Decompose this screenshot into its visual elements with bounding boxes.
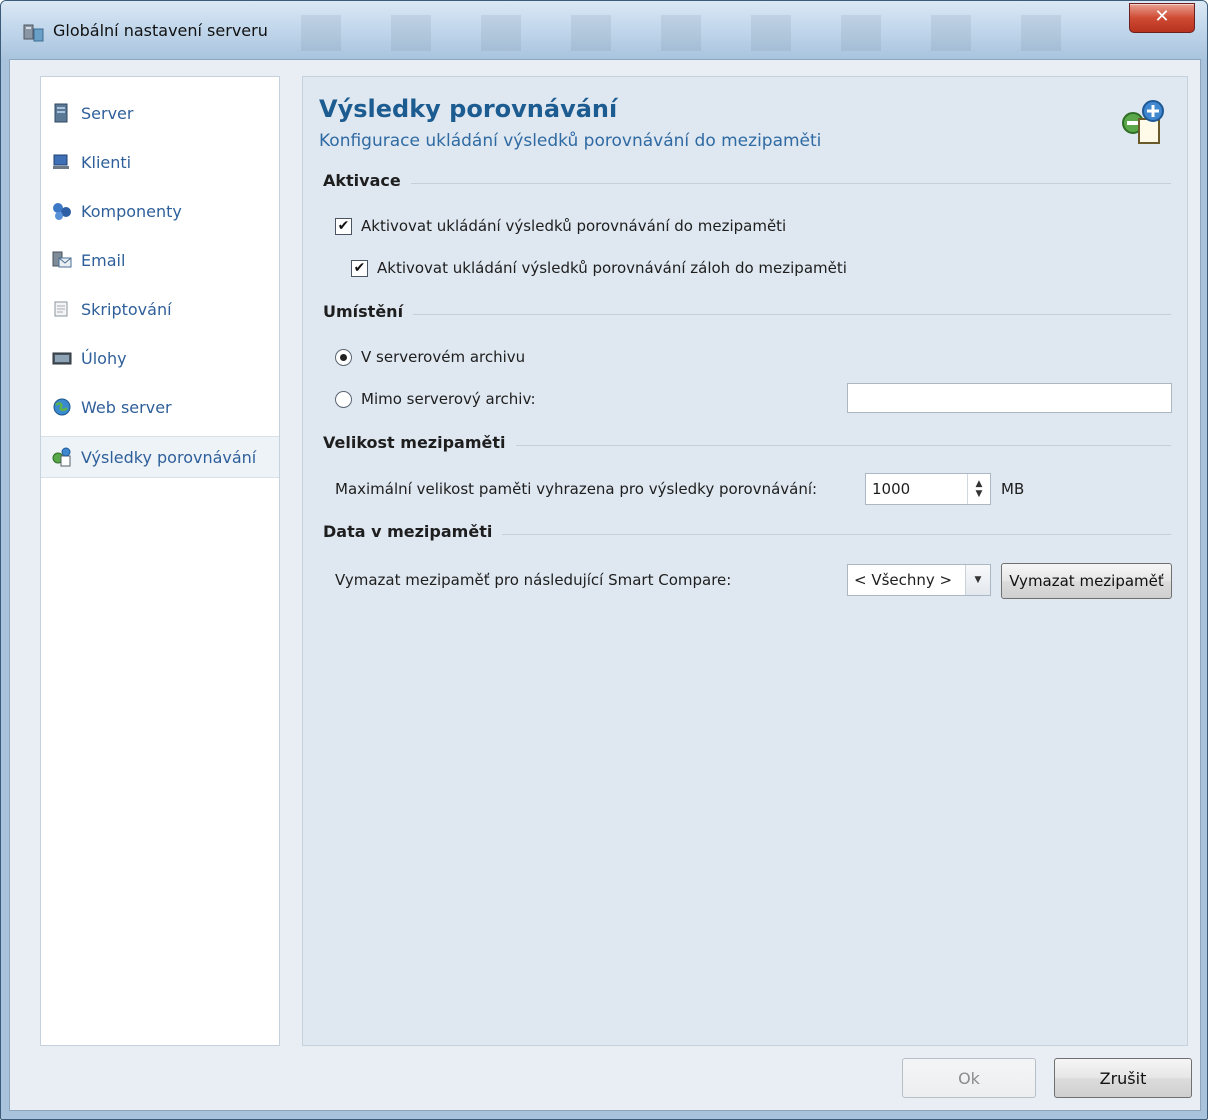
enable-backup-cache-option[interactable]: ✔ Aktivovat ukládání výsledků porovnáván… [351, 259, 847, 277]
location-server-radio[interactable] [335, 348, 352, 366]
max-cache-size-label: Maximální velikost paměti vyhrazena pro … [335, 480, 818, 498]
settings-window: Globální nastavení serveru ✕ Server Klie… [0, 0, 1208, 1120]
sidebar-item-label: Skriptování [81, 299, 172, 319]
sidebar-item-label: Email [81, 250, 126, 270]
script-icon [54, 301, 68, 317]
sidebar-nav: Server Klienti Komponenty Email Skriptov… [40, 76, 280, 1046]
enable-backup-cache-checkbox[interactable]: ✔ [351, 259, 368, 277]
enable-cache-label: Aktivovat ukládání výsledků porovnávání … [361, 217, 787, 235]
section-heading: Aktivace [323, 171, 411, 190]
window-title: Globální nastavení serveru [53, 21, 268, 40]
sidebar-item-label: Výsledky porovnávání [81, 447, 257, 467]
enable-backup-cache-label: Aktivovat ukládání výsledků porovnávání … [377, 259, 847, 277]
page-subtitle: Konfigurace ukládání výsledků porovnáván… [319, 131, 822, 151]
check-icon: ✔ [337, 218, 350, 234]
clear-cache-row: Vymazat mezipaměť pro následující Smart … [335, 571, 731, 589]
compare-results-icon [52, 447, 71, 467]
sidebar-item-clients[interactable]: Klienti [41, 142, 279, 182]
check-icon: ✔ [353, 260, 366, 276]
clients-icon [53, 154, 69, 169]
smart-compare-selected: < Všechny > [854, 571, 953, 589]
page-title: Výsledky porovnávání [319, 95, 618, 123]
title-bar-decoration [301, 15, 1061, 51]
sidebar-item-components[interactable]: Komponenty [41, 191, 279, 231]
email-icon [52, 251, 72, 268]
close-button[interactable]: ✕ [1129, 3, 1195, 33]
sidebar-item-tasks[interactable]: Úlohy [41, 338, 279, 378]
clear-cache-label: Vymazat mezipaměť pro následující Smart … [335, 571, 732, 589]
location-outside-option[interactable]: Mimo serverový archiv: [335, 390, 536, 408]
sidebar-item-web-server[interactable]: Web server [41, 387, 279, 427]
sidebar-item-label: Úlohy [81, 348, 127, 368]
sidebar-item-label: Server [81, 103, 134, 123]
section-heading: Data v mezipaměti [323, 522, 503, 541]
sidebar-item-scripting[interactable]: Skriptování [41, 289, 279, 329]
stepper-up-icon[interactable]: ▲ [976, 479, 983, 489]
cancel-button[interactable]: Zrušit [1054, 1058, 1192, 1098]
server-icon [54, 103, 68, 123]
components-icon [53, 203, 71, 220]
dialog-client-area: Server Klienti Komponenty Email Skriptov… [9, 59, 1201, 1111]
tasks-icon [52, 352, 72, 365]
section-activation: Aktivace [323, 171, 1171, 195]
section-cache-size: Velikost mezipaměti [323, 433, 1171, 457]
title-bar[interactable]: Globální nastavení serveru ✕ [1, 1, 1207, 59]
enable-cache-checkbox[interactable]: ✔ [335, 217, 352, 235]
sidebar-item-label: Web server [81, 397, 172, 417]
location-outside-label: Mimo serverový archiv: [361, 390, 536, 408]
sidebar-item-label: Klienti [81, 152, 132, 172]
web-server-icon [53, 398, 71, 416]
cache-size-unit: MB [1001, 480, 1025, 498]
max-cache-size-value[interactable]: 1000 [866, 480, 967, 498]
section-divider [323, 183, 1171, 184]
sidebar-item-compare-results[interactable]: Výsledky porovnávání [41, 436, 279, 478]
stepper-down-icon[interactable]: ▼ [976, 489, 983, 499]
section-heading: Velikost mezipaměti [323, 433, 516, 452]
stepper-arrows[interactable]: ▲ ▼ [967, 474, 990, 504]
section-location: Umístění [323, 302, 1171, 326]
chevron-down-icon[interactable]: ▼ [965, 565, 990, 595]
max-cache-size-row: Maximální velikost paměti vyhrazena pro … [335, 480, 817, 498]
section-divider [323, 314, 1171, 315]
enable-cache-option[interactable]: ✔ Aktivovat ukládání výsledků porovnáván… [335, 217, 786, 235]
ok-button[interactable]: Ok [902, 1058, 1036, 1098]
clear-cache-button[interactable]: Vymazat mezipaměť [1001, 563, 1172, 599]
location-outside-radio[interactable] [335, 390, 352, 408]
dropdown-glyph: ▼ [974, 575, 982, 585]
max-cache-size-stepper[interactable]: 1000 ▲ ▼ [865, 473, 991, 505]
section-cache-data: Data v mezipaměti [323, 522, 1171, 546]
server-settings-icon [23, 24, 44, 42]
compare-cache-icon [1122, 100, 1164, 144]
outside-archive-path-input[interactable] [847, 383, 1172, 413]
location-server-option[interactable]: V serverovém archivu [335, 348, 525, 366]
smart-compare-select[interactable]: < Všechny > ▼ [847, 564, 991, 596]
close-icon: ✕ [1154, 6, 1170, 27]
section-heading: Umístění [323, 302, 414, 321]
location-server-label: V serverovém archivu [361, 348, 526, 366]
sidebar-item-email[interactable]: Email [41, 240, 279, 280]
settings-panel: Výsledky porovnávání Konfigurace ukládán… [302, 76, 1188, 1046]
sidebar-item-label: Komponenty [81, 201, 182, 221]
sidebar-item-server[interactable]: Server [41, 93, 279, 133]
